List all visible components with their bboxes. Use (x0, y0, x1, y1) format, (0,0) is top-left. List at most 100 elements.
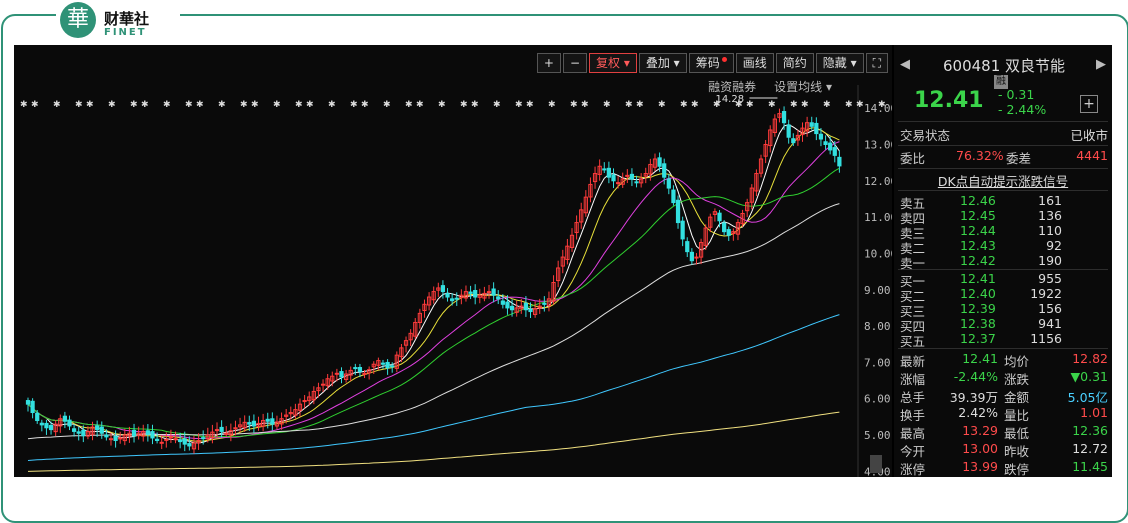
candle-body (606, 167, 611, 178)
y-tick-label: 5.00 (864, 429, 891, 442)
buy-price: 12.37 (960, 331, 996, 346)
candle-body (509, 305, 515, 311)
candle-body (219, 426, 224, 432)
candle-body (380, 362, 386, 365)
y-tick-label: 6.00 (864, 393, 891, 406)
candle-body (164, 438, 169, 441)
stat-label: 总手 (900, 390, 926, 405)
stat-label: 均价 (1004, 354, 1030, 369)
candle-body (629, 173, 635, 180)
ma-settings-dropdown[interactable]: 设置均线 ▾ (774, 78, 832, 95)
stat-value: 12.82 (1072, 351, 1108, 366)
simple-mode-button[interactable]: 简约 (775, 53, 814, 73)
trade-status-value: 已收市 (1070, 128, 1108, 143)
candle-body (48, 424, 54, 431)
sell-price: 12.42 (960, 253, 996, 268)
sell-row: 卖五 12.46 161 (900, 193, 1108, 211)
candle-body (445, 293, 450, 298)
candle-body (113, 435, 118, 441)
candle-body (832, 147, 837, 156)
next-stock-icon[interactable]: ▶ (1096, 57, 1106, 72)
candle-body (662, 163, 667, 178)
candle-body (30, 400, 35, 414)
stat-value: 2.42% (958, 405, 998, 420)
sell-price: 12.44 (960, 223, 996, 238)
zoom-out-button[interactable]: − (562, 53, 588, 73)
buy-volume: 1156 (1030, 331, 1062, 346)
signal-marker: ✱ (471, 100, 479, 110)
margin-trading-link[interactable]: 融资融券 (708, 78, 756, 95)
signal-marker: ✱ (801, 100, 809, 110)
divider (898, 269, 1108, 270)
signal-marker: ✱ (691, 100, 699, 110)
add-watchlist-button[interactable]: + (1080, 95, 1098, 113)
candle-body (666, 178, 671, 189)
fullscreen-icon[interactable]: ⛶ (865, 53, 888, 73)
y-tick-label: 10.00 (864, 247, 892, 260)
brand-name-cn: 财華社 (104, 10, 150, 28)
signal-marker: ✱ (845, 100, 853, 110)
zoom-in-button[interactable]: + (536, 53, 561, 73)
candle-body (150, 431, 155, 439)
stat-label: 今开 (900, 444, 926, 459)
candle-body (468, 291, 473, 294)
candle-body (523, 302, 529, 311)
brand-circle-icon: 華 (60, 2, 96, 38)
candle-body (182, 438, 187, 445)
sell-row: 卖二 12.43 92 (900, 238, 1108, 256)
candle-body (602, 168, 607, 171)
stat-value: 13.00 (962, 441, 998, 456)
chart-toolbar: + − 复权 ▾ 叠加 ▾ 筹码 画线 简约 隐藏 ▾ ⛶ (536, 53, 888, 73)
y-tick-label: 7.00 (864, 356, 891, 369)
ma-line-5 (27, 123, 840, 444)
signal-marker: ✱ (680, 100, 688, 110)
candle-body (224, 432, 229, 435)
weicha-value: 4441 (1076, 148, 1108, 163)
candle-body (71, 428, 77, 432)
candle-body (99, 426, 104, 434)
candle-body (837, 156, 842, 167)
candle-body (178, 439, 183, 443)
fuquan-dropdown[interactable]: 复权 ▾ (589, 53, 637, 73)
chips-label: 筹码 (695, 56, 720, 70)
candle-body (44, 422, 49, 429)
stat-row: 换手 2.42% 量比 1.01 (900, 405, 1108, 423)
candle-body (473, 289, 478, 298)
sell-volume: 190 (1038, 253, 1062, 268)
overlay-dropdown[interactable]: 叠加 ▾ (638, 53, 687, 73)
buy-row: 买二 12.40 1922 (900, 286, 1108, 304)
candle-body (187, 443, 192, 447)
stat-label: 金额 (1004, 390, 1030, 405)
signal-marker: ✱ (460, 100, 468, 110)
hide-dropdown[interactable]: 隐藏 ▾ (815, 53, 864, 73)
buy-volume: 955 (1038, 271, 1062, 286)
signal-marker: ✱ (438, 100, 446, 110)
signal-marker: ✱ (581, 100, 589, 110)
signal-marker: ✱ (515, 100, 523, 110)
stat-value: 12.72 (1072, 441, 1108, 456)
draw-line-button[interactable]: 画线 (735, 53, 774, 73)
candle-body (353, 367, 358, 370)
candle-body (39, 422, 44, 426)
signal-marker: ✱ (636, 100, 644, 110)
stat-label: 最低 (1004, 426, 1030, 441)
quote-screen: 14.0013.0012.0011.0010.009.008.007.006.0… (14, 45, 1112, 477)
stat-label: 涨停 (900, 462, 926, 477)
buy-label: 买五 (900, 334, 926, 349)
ma-line-10 (27, 127, 840, 442)
candle-body (542, 302, 547, 305)
buy-price: 12.40 (960, 286, 996, 301)
signal-marker: ✱ (570, 100, 578, 110)
chips-button[interactable]: 筹码 (688, 53, 734, 73)
buy-row: 买四 12.38 941 (900, 316, 1108, 334)
kline-chart[interactable]: 14.0013.0012.0011.0010.009.008.007.006.0… (14, 45, 892, 477)
sell-volume: 161 (1038, 193, 1062, 208)
signal-marker: ✱ (240, 100, 248, 110)
candle-body (634, 181, 639, 184)
candle-body (390, 365, 395, 368)
stat-value: 11.45 (1072, 459, 1108, 474)
dk-signal-link[interactable]: DK点自动提示涨跌信号 (894, 171, 1112, 190)
signal-marker: ✱ (350, 100, 358, 110)
prev-stock-icon[interactable]: ◀ (900, 57, 910, 72)
weibi-value: 76.32% (956, 148, 1004, 163)
